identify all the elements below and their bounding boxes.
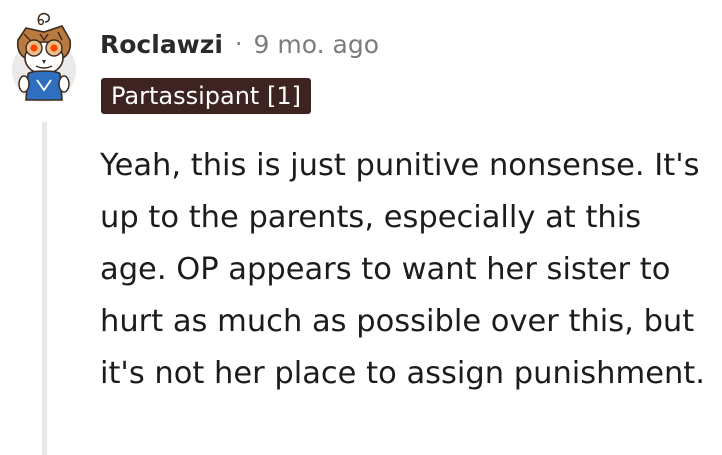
meta-separator: · — [234, 30, 243, 58]
comment-meta: Roclawzi · 9 mo. ago — [100, 26, 379, 62]
comment-text: Yeah, this is just punitive nonsense. It… — [100, 148, 705, 391]
comment: Roclawzi · 9 mo. ago Partassipant [1] Ye… — [0, 0, 722, 455]
user-avatar[interactable] — [10, 10, 88, 106]
user-flair-badge: Partassipant [1] — [101, 78, 311, 114]
comment-timestamp[interactable]: 9 mo. ago — [254, 30, 379, 59]
author-username[interactable]: Roclawzi — [100, 30, 223, 59]
snoo-owl-costume-icon — [12, 12, 76, 102]
comment-body: Yeah, this is just punitive nonsense. It… — [100, 140, 712, 400]
thread-collapse-line[interactable] — [42, 122, 47, 455]
